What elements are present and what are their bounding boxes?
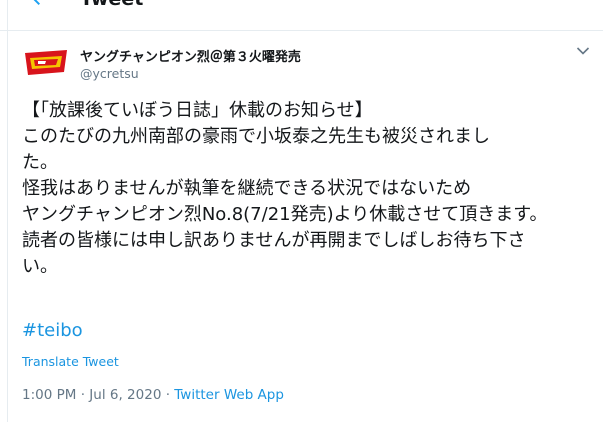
tweet-metadata: 1:00 PM · Jul 6, 2020 · Twitter Web App	[22, 387, 284, 403]
chevron-down-icon[interactable]	[576, 46, 590, 56]
meta-separator: ·	[165, 387, 170, 403]
page-title: Tweet	[80, 0, 143, 10]
tweet-date[interactable]: Jul 6, 2020	[89, 387, 161, 403]
author-display-name[interactable]: ヤングチャンピオン烈＠第３火曜発売	[80, 46, 301, 65]
hashtag-link[interactable]: #teibo	[22, 320, 83, 341]
author-handle[interactable]: @ycretsu	[80, 66, 139, 81]
arrow-left-icon[interactable]	[28, 0, 52, 10]
tweet-time[interactable]: 1:00 PM	[22, 387, 76, 403]
tweet-text: 【「放課後ていぼう日誌」休載のお知らせ】 このたびの九州南部の豪雨で小坂泰之先生…	[22, 100, 548, 277]
translate-tweet-link[interactable]: Translate Tweet	[22, 354, 119, 369]
meta-separator: ·	[80, 387, 85, 403]
tweet-author-header: ヤングチャンピオン烈＠第３火曜発売 @ycretsu	[0, 40, 603, 90]
tweet-header-bar: Tweet	[0, 0, 603, 31]
avatar[interactable]	[22, 45, 70, 81]
tweet-source-link[interactable]: Twitter Web App	[174, 387, 284, 403]
